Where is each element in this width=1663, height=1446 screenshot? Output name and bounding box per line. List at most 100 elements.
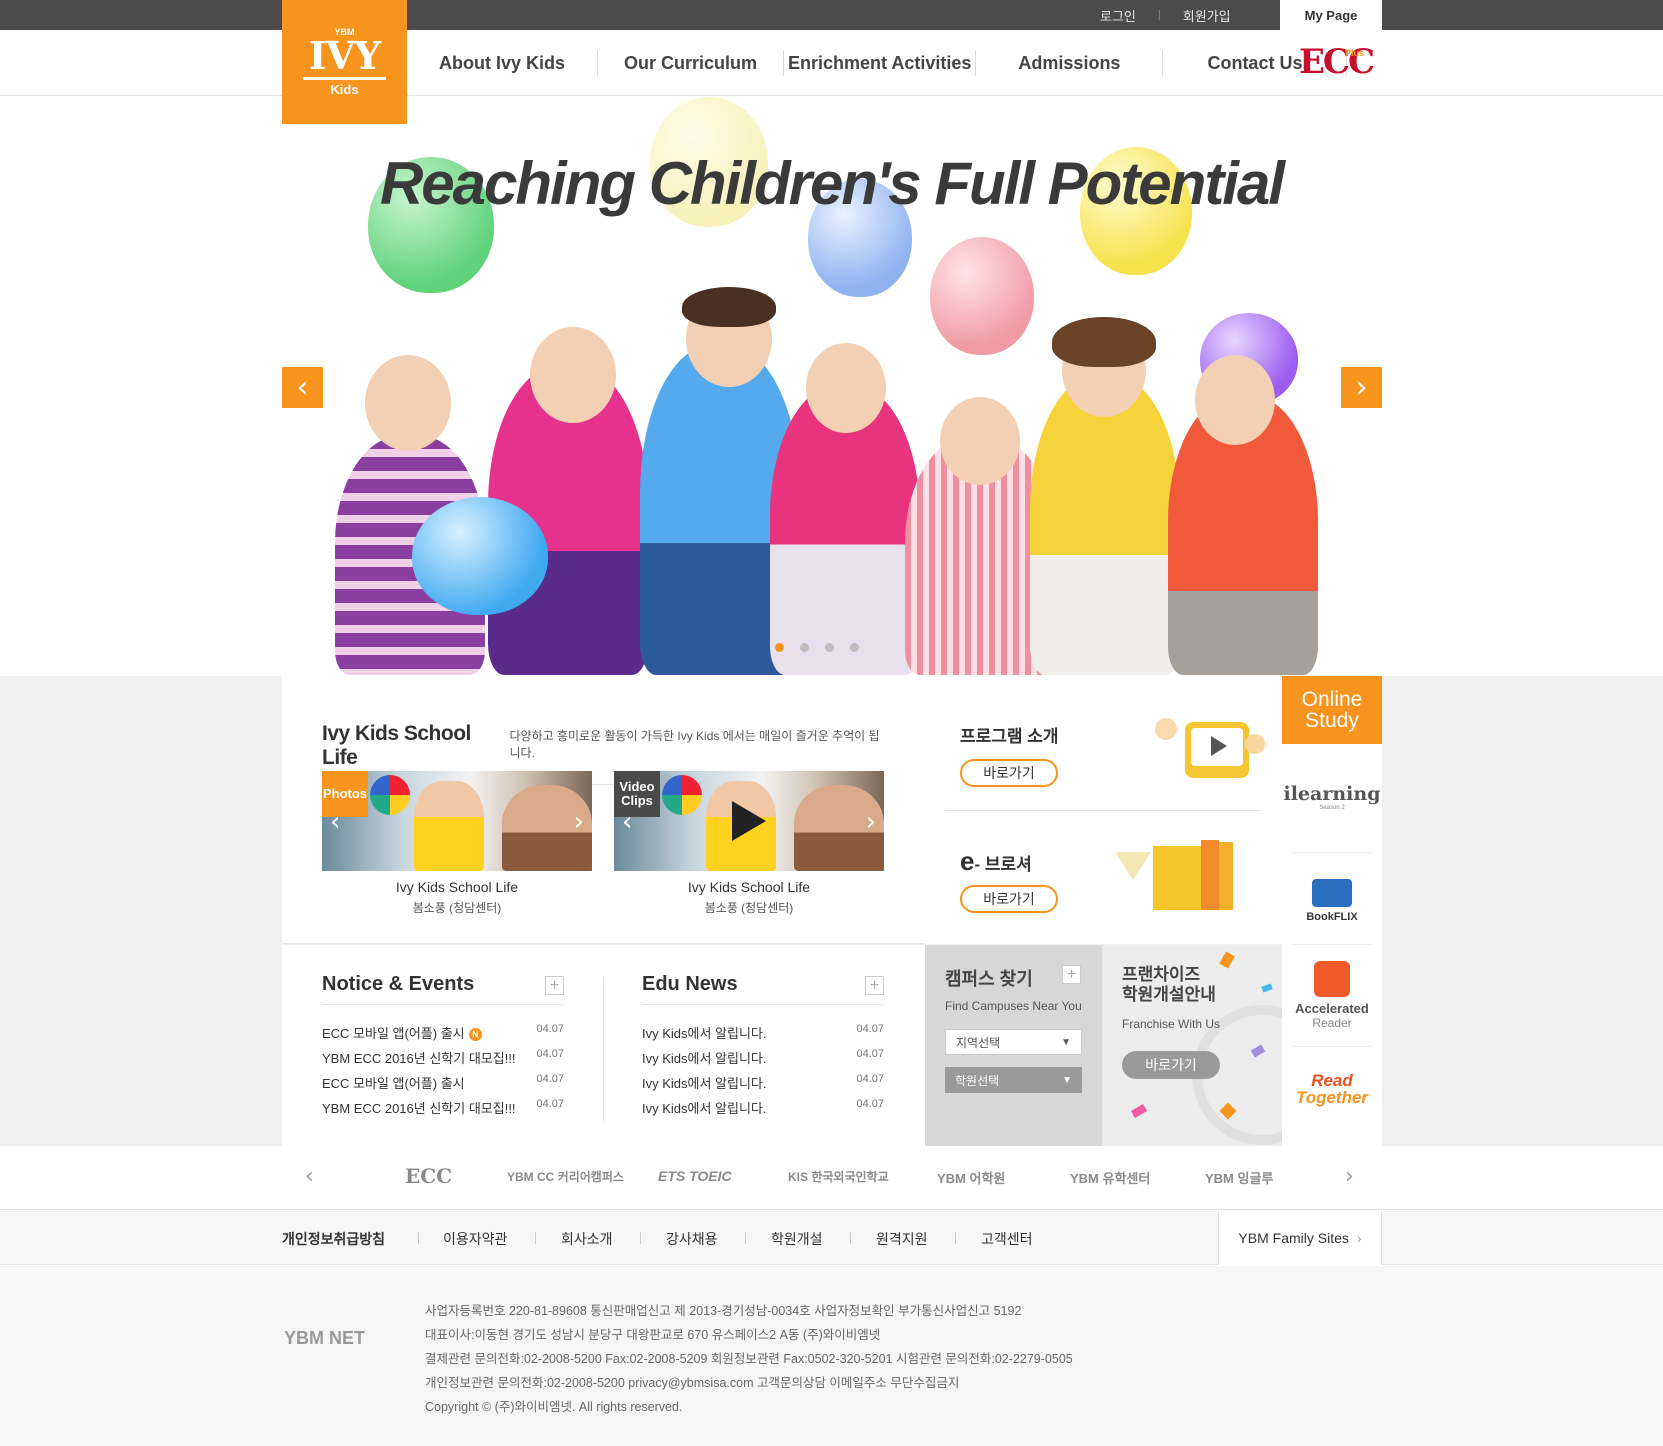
ivy-kids-logo[interactable]: YBM IVY Kids	[282, 0, 407, 124]
divider	[1292, 852, 1372, 853]
notice-title[interactable]: Notice & Events	[322, 973, 474, 995]
video-caption-title[interactable]: Ivy Kids School Life	[614, 879, 884, 895]
ecc-plus-text: Plus	[1344, 48, 1364, 58]
franchise-button[interactable]: 바로가기	[1122, 1051, 1220, 1079]
accelerated-reader-link[interactable]: Accelerated Reader	[1282, 954, 1382, 1036]
notice-item[interactable]: YBM ECC 2016년 신학기 대모집!!! 04.07	[322, 1048, 564, 1067]
nav-divider	[783, 50, 785, 76]
login-link[interactable]: 로그인	[1100, 6, 1136, 25]
partner-logo[interactable]: YBM 유학센터	[1070, 1168, 1150, 1187]
bookflix-icon	[1312, 879, 1352, 907]
bookflix-link[interactable]: BookFLIX	[1282, 866, 1382, 936]
school-life-title: Ivy Kids School Life	[322, 722, 471, 769]
edu-news-item[interactable]: Ivy Kids에서 알립니다. 04.07	[642, 1023, 884, 1042]
footer-link-terms[interactable]: 이용자약관	[443, 1229, 507, 1249]
edu-news-item[interactable]: Ivy Kids에서 알립니다. 04.07	[642, 1073, 884, 1092]
chevron-left-icon[interactable]: ‹	[305, 1164, 314, 1189]
pinwheel-image	[662, 775, 702, 815]
program-intro-button[interactable]: 바로가기	[960, 759, 1058, 787]
nav-about[interactable]: About Ivy Kids	[439, 53, 565, 74]
photos-caption-sub: 봄소풍 (청담센터)	[412, 901, 502, 915]
footer-link-remote[interactable]: 원격지원	[876, 1229, 928, 1249]
slide-dot[interactable]	[800, 643, 809, 652]
ilearning-link[interactable]: ilearning Season 2	[1282, 772, 1382, 822]
slide-dot[interactable]	[825, 643, 834, 652]
footer-link-academy[interactable]: 학원개설	[771, 1229, 823, 1249]
logo-brand: IVY	[302, 37, 387, 80]
light-blue-balloon	[412, 497, 548, 615]
footer-links: 개인정보취급방침 이용자약관 회사소개 강사채용 학원개설 원격지원 고객센터 …	[0, 1211, 1663, 1265]
signup-link[interactable]: 회원가입	[1183, 6, 1231, 25]
notice-item[interactable]: ECC 모바일 앱(어플) 출시 04.07	[322, 1073, 564, 1092]
programs-panel: 프로그램 소개 바로가기 e- 브로셔 바로가기	[925, 676, 1282, 944]
child-head	[1195, 355, 1275, 445]
photos-thumbnail[interactable]: Photos ‹ ›	[322, 771, 592, 871]
chevron-right-icon[interactable]: ›	[1345, 1164, 1354, 1189]
edu-news-item[interactable]: Ivy Kids에서 알립니다. 04.07	[642, 1048, 884, 1067]
child-hair	[682, 287, 776, 327]
notice-item[interactable]: ECC 모바일 앱(어플) 출시 N 04.07	[322, 1023, 564, 1042]
e-brochure-title: e- 브로셔	[960, 846, 1032, 876]
child-figure	[1030, 375, 1180, 675]
tv-play-icon	[1155, 706, 1265, 796]
edu-news-item[interactable]: Ivy Kids에서 알립니다. 04.07	[642, 1098, 884, 1117]
divider	[1292, 944, 1372, 945]
program-intro: 프로그램 소개 바로가기	[960, 722, 1059, 787]
child-image	[414, 781, 484, 871]
slide-dot[interactable]	[775, 643, 784, 652]
chevron-right-icon[interactable]: ›	[574, 807, 584, 837]
footer-line: 대표이사:이동현 경기도 성남시 분당구 대왕판교로 670 유스페이스2 A동…	[425, 1328, 881, 1342]
program-intro-title: 프로그램 소개	[960, 727, 1059, 746]
top-links: 로그인 | 회원가입	[1100, 0, 1231, 30]
nav-contact[interactable]: Contact Us	[1207, 53, 1302, 74]
video-thumbnail[interactable]: Video Clips ‹ ›	[614, 771, 884, 871]
partner-logo[interactable]: YBM CC 커리어캠퍼스	[507, 1168, 624, 1185]
slide-dot[interactable]	[850, 643, 859, 652]
footer-link-company[interactable]: 회사소개	[561, 1229, 613, 1249]
photos-tag: Photos	[322, 771, 368, 817]
divider	[535, 1232, 536, 1244]
read-together-link[interactable]: Read Together	[1282, 1060, 1382, 1120]
partner-logo[interactable]: ECC	[405, 1164, 452, 1188]
partner-logo[interactable]: YBM 어학원	[937, 1168, 1005, 1187]
academy-select[interactable]: 학원선택 ▼	[945, 1067, 1082, 1093]
notice-item[interactable]: YBM ECC 2016년 신학기 대모집!!! 04.07	[322, 1098, 564, 1117]
chevron-left-icon[interactable]: ‹	[622, 807, 632, 837]
play-icon[interactable]	[732, 801, 766, 841]
video-tag: Video Clips	[614, 771, 660, 817]
nav-enrichment[interactable]: Enrichment Activities	[788, 53, 971, 74]
hero-next-button[interactable]: ›	[1341, 367, 1382, 408]
accelerated-reader-icon	[1314, 960, 1350, 997]
nav-admissions[interactable]: Admissions	[1018, 53, 1120, 74]
partner-logo[interactable]: YBM 잉글루	[1205, 1168, 1273, 1187]
chevron-right-icon[interactable]: ›	[866, 807, 876, 837]
family-sites-select[interactable]: YBM Family Sites ›	[1218, 1211, 1382, 1265]
news-panel: Notice & Events + ECC 모바일 앱(어플) 출시 N 04.07…	[282, 945, 925, 1146]
footer-link-recruit[interactable]: 강사채용	[666, 1229, 718, 1249]
campus-more-icon[interactable]: +	[1062, 965, 1081, 984]
photos-caption-title[interactable]: Ivy Kids School Life	[322, 879, 592, 895]
school-life-desc: 다양하고 흥미로운 활동이 가득한 Ivy Kids 에서는 매일이 즐거운 추…	[509, 729, 880, 760]
nav-divider	[1162, 50, 1164, 76]
logo-sub: Kids	[330, 82, 359, 97]
region-select[interactable]: 지역선택 ▼	[945, 1029, 1082, 1055]
video-caption-sub: 봄소풍 (청담센터)	[704, 901, 794, 915]
e-brochure-button[interactable]: 바로가기	[960, 885, 1058, 913]
slide-indicator	[775, 643, 859, 652]
chevron-left-icon[interactable]: ‹	[330, 807, 340, 837]
campus-finder: 캠퍼스 찾기 + Find Campuses Near You 지역선택 ▼ 학원…	[925, 945, 1102, 1146]
notice-header: Notice & Events	[322, 973, 564, 1005]
footer-link-support[interactable]: 고객센터	[981, 1229, 1033, 1249]
footer-info: YBM NET 사업자등록번호 220-81-89608 통신판매업신고 제 2…	[0, 1266, 1663, 1446]
notice-more-icon[interactable]: +	[545, 976, 564, 995]
my-page-link[interactable]: My Page	[1280, 0, 1382, 30]
brochure-books-icon	[1115, 836, 1255, 916]
hero-prev-button[interactable]: ‹	[282, 367, 323, 408]
ecc-plus-logo[interactable]: ECC Plus	[1299, 34, 1375, 90]
partner-logo[interactable]: KIS 한국외국인학교	[788, 1168, 889, 1185]
edu-news-more-icon[interactable]: +	[865, 976, 884, 995]
footer-link-privacy[interactable]: 개인정보취급방침	[282, 1229, 385, 1249]
nav-curriculum[interactable]: Our Curriculum	[624, 53, 757, 74]
partner-logo[interactable]: ETS TOEIC	[658, 1168, 732, 1184]
edu-news-title[interactable]: Edu News	[642, 973, 738, 995]
